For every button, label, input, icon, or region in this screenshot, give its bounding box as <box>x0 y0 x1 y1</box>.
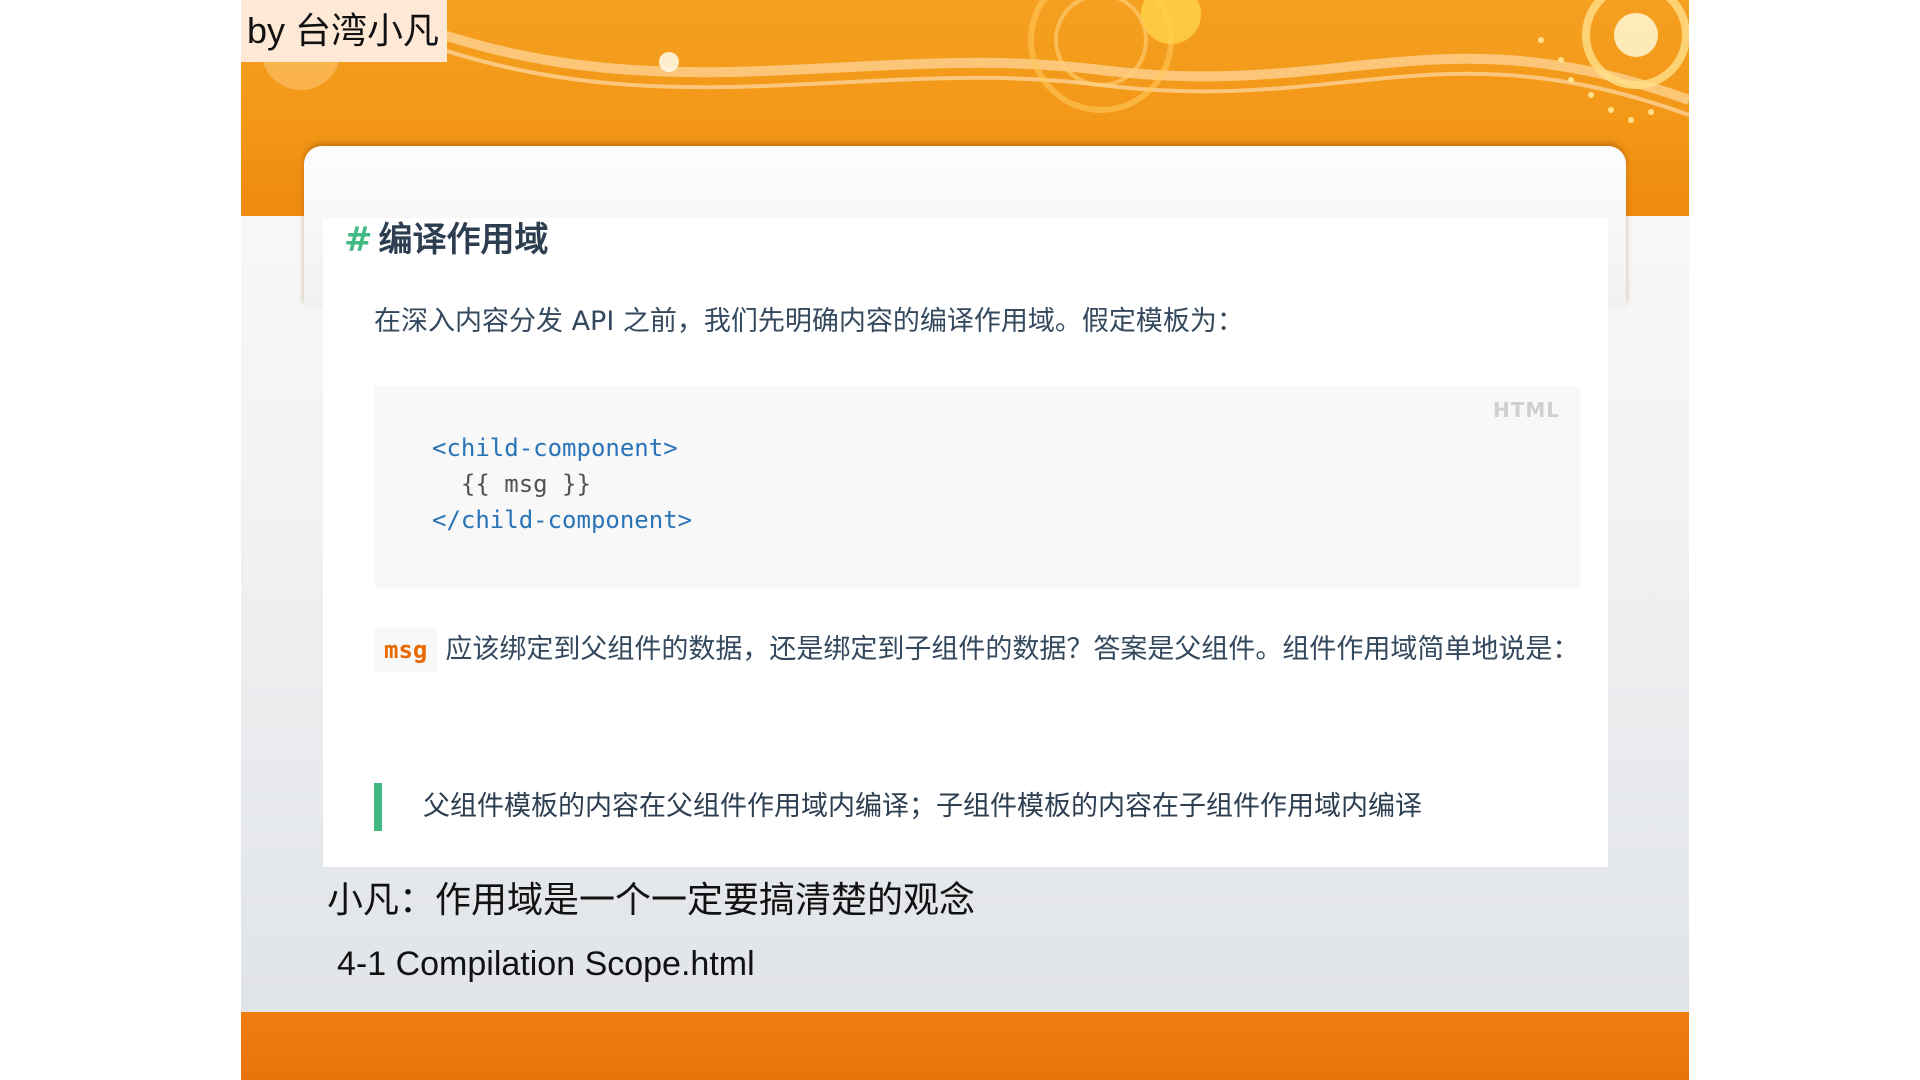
heading-text: 编译作用域 <box>378 220 549 260</box>
slide: by 台湾小凡 # 编译作用域 在深入内容分发 API 之前，我们先明确内容的编译… <box>241 0 1689 1080</box>
code-block: HTML <child-component> {{ msg }} </child… <box>374 386 1580 588</box>
explanation-text: 应该绑定到父组件的数据，还是绑定到子组件的数据？答案是父组件。组件作用域简单地说… <box>445 634 1580 665</box>
slide-caption: 小凡：作用域是一个一定要搞清楚的观念 <box>327 879 976 920</box>
footer-band <box>241 1012 1689 1080</box>
blockquote-text: 父组件模板的内容在父组件作用域内编译；子组件模板的内容在子组件作用域内编译 <box>423 791 1422 822</box>
heading-anchor-link[interactable]: # <box>344 220 373 260</box>
inline-code-msg: msg <box>374 628 438 672</box>
explanation-paragraph: msg 应该绑定到父组件的数据，还是绑定到子组件的数据？答案是父组件。组件作用域简… <box>374 626 1589 674</box>
intro-paragraph: 在深入内容分发 API 之前，我们先明确内容的编译作用域。假定模板为： <box>374 306 1244 337</box>
file-name-label: 4-1 Compilation Scope.html <box>337 945 755 983</box>
code-line-1: <child-component> <box>432 434 678 462</box>
code-line-3: </child-component> <box>432 506 693 534</box>
author-watermark: by 台湾小凡 <box>241 0 447 62</box>
blockquote-bar <box>374 783 382 831</box>
code-line-2: {{ msg }} <box>432 470 591 498</box>
code-language-label: HTML <box>1492 398 1560 422</box>
section-heading: # 编译作用域 <box>344 218 549 262</box>
content-card: # 编译作用域 在深入内容分发 API 之前，我们先明确内容的编译作用域。假定模板… <box>323 218 1608 867</box>
